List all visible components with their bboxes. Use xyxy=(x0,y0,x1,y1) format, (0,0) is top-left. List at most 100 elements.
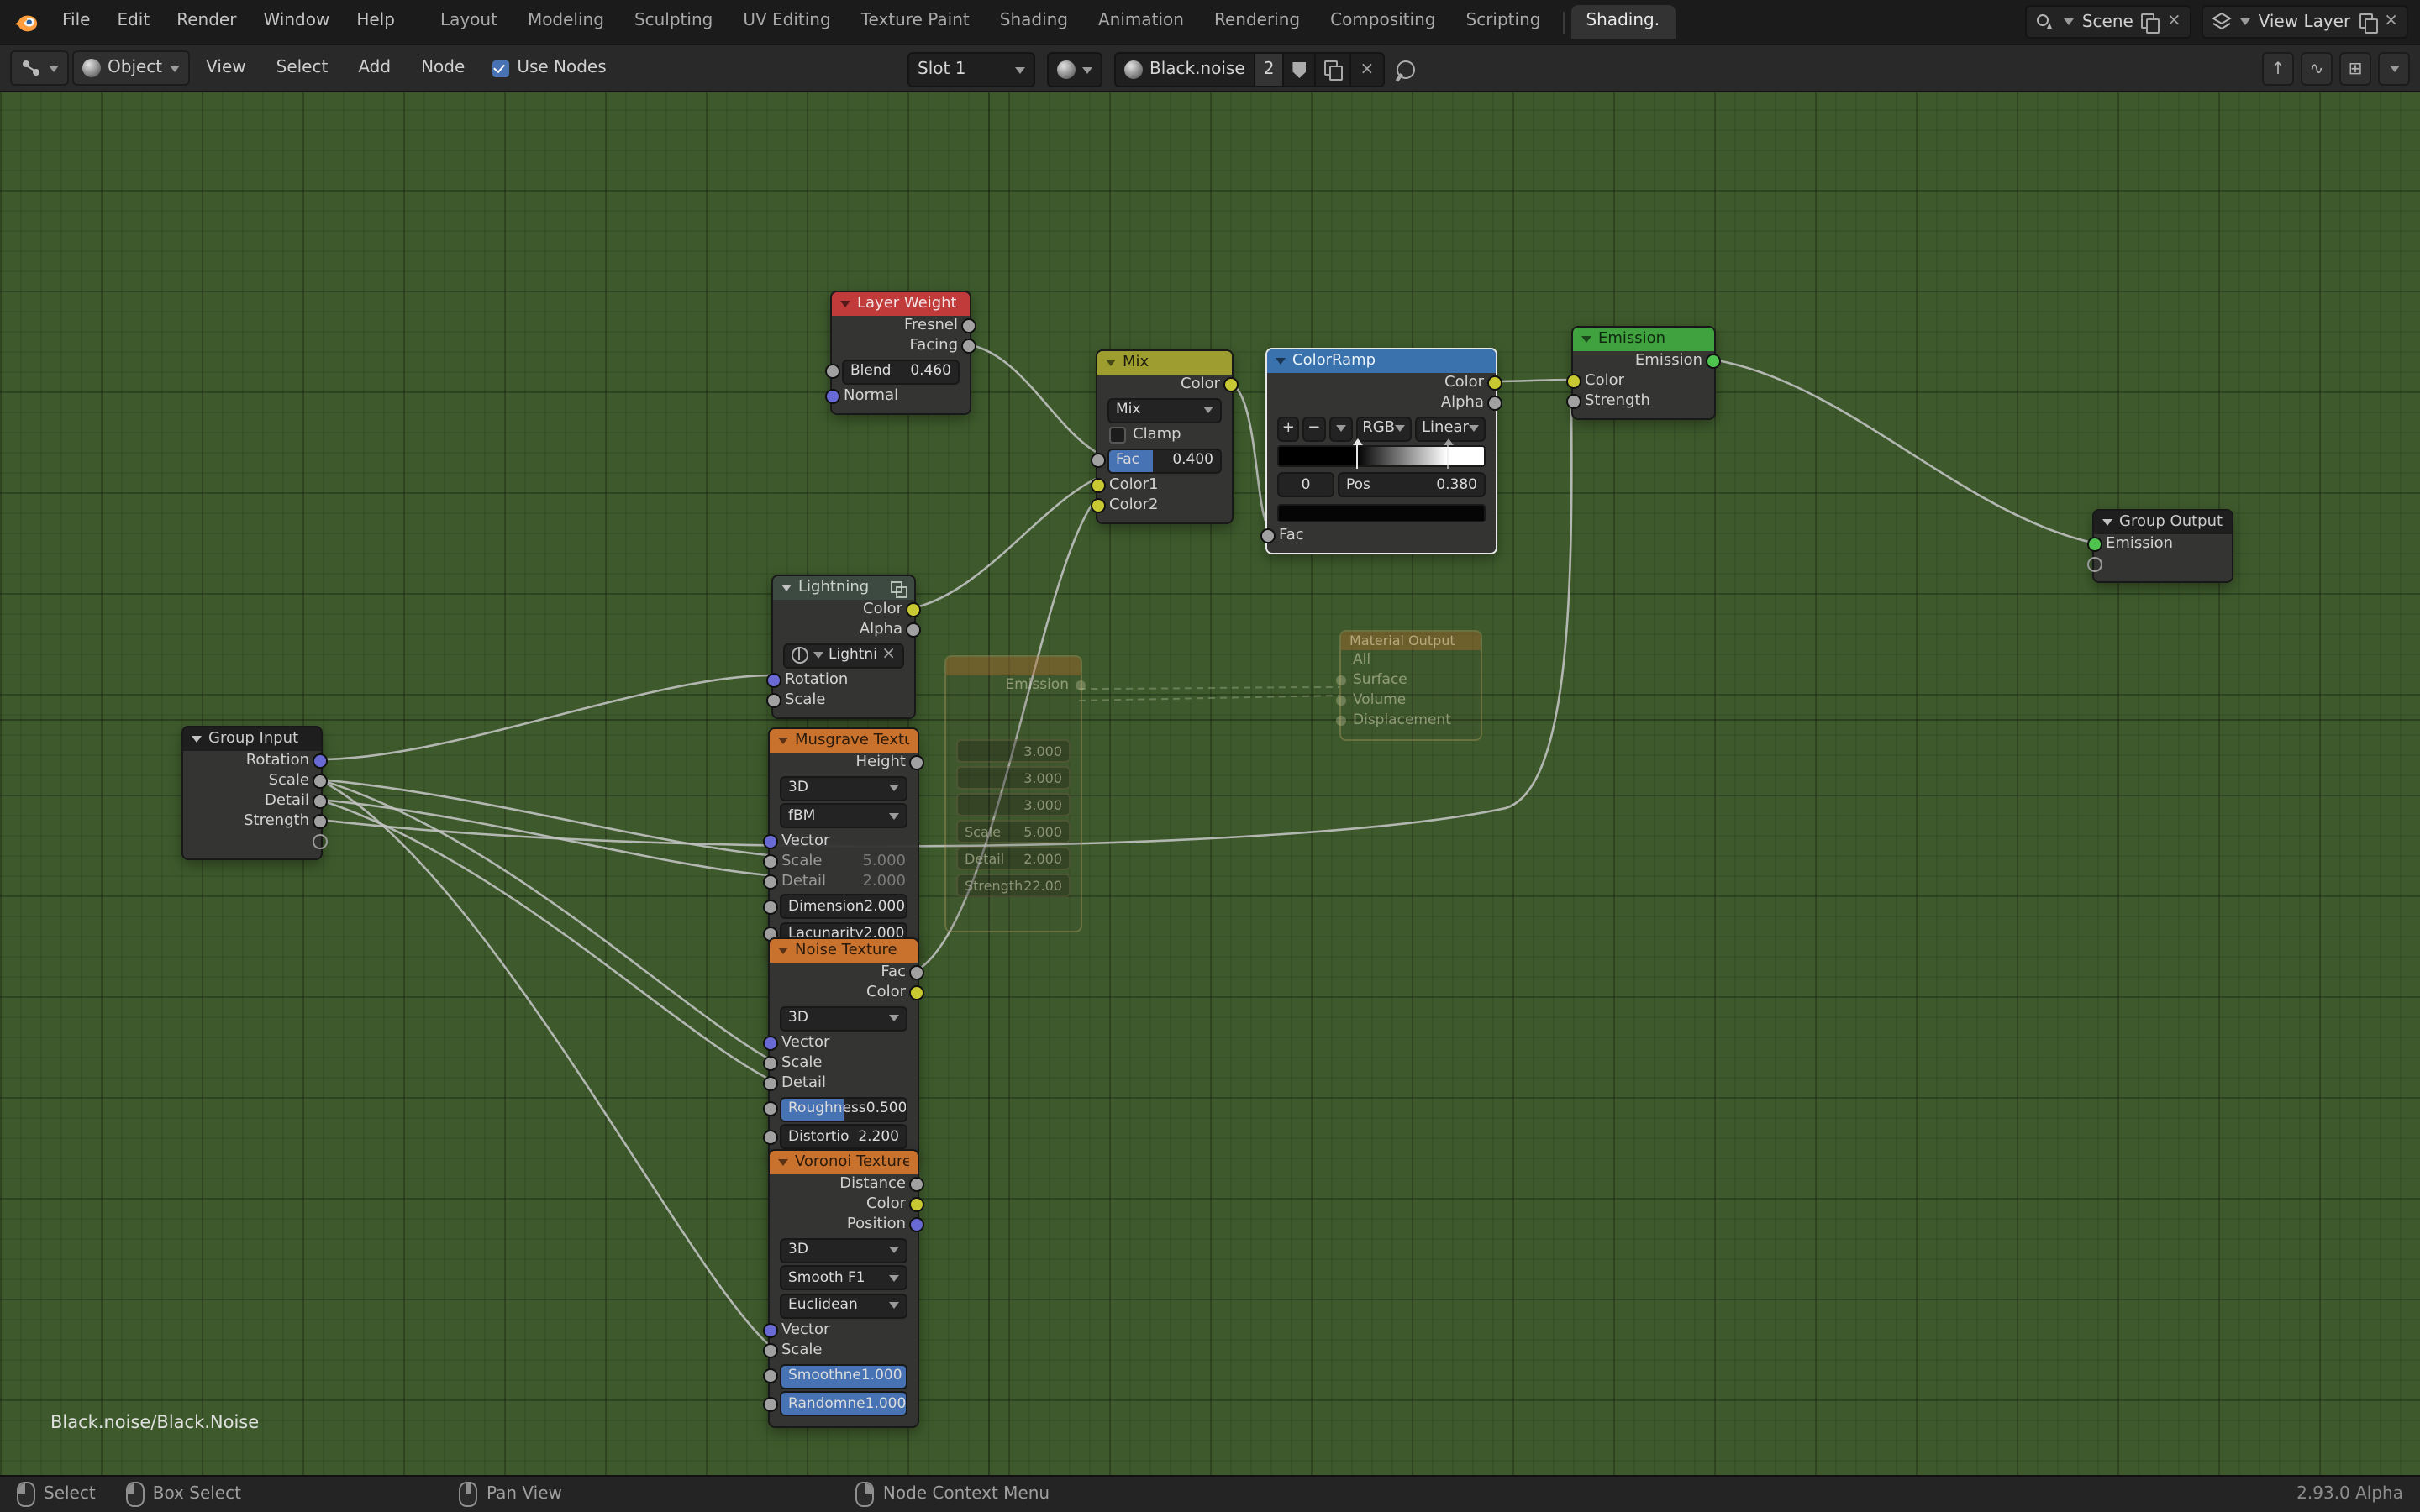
menu-view[interactable]: View xyxy=(192,45,259,91)
input-socket-dimension[interactable] xyxy=(763,899,778,914)
node-header[interactable]: Lightning xyxy=(773,576,914,600)
node-layer-weight[interactable]: Layer Weight Fresnel Facing Blend0.460 N… xyxy=(830,291,971,415)
menu-render[interactable]: Render xyxy=(163,0,250,44)
dimensions-dropdown[interactable]: 3D xyxy=(780,1005,908,1031)
editor-type-button[interactable] xyxy=(10,50,69,86)
collapse-icon[interactable] xyxy=(840,301,850,307)
input-socket-vector[interactable] xyxy=(763,833,778,848)
specials-menu-button[interactable] xyxy=(1328,416,1352,441)
smoothness-slider[interactable]: Smoothne1.000 xyxy=(780,1363,908,1389)
menu-node[interactable]: Node xyxy=(408,45,478,91)
menu-window[interactable]: Window xyxy=(250,0,343,44)
blender-logo-icon[interactable] xyxy=(0,9,49,34)
node-header[interactable]: ColorRamp xyxy=(1267,349,1496,373)
datablock-selector[interactable]: Lightning × xyxy=(783,643,904,668)
input-socket-normal[interactable] xyxy=(825,389,840,404)
collapse-icon[interactable] xyxy=(2102,519,2112,526)
roughness-slider[interactable]: Roughness0.500 xyxy=(780,1096,908,1121)
node-group-output[interactable]: Group Output Emission xyxy=(2092,509,2233,583)
new-scene-icon[interactable] xyxy=(2142,13,2159,31)
node-header[interactable]: Mix xyxy=(1097,351,1232,375)
output-socket-scale[interactable] xyxy=(313,774,328,789)
input-socket-distortion[interactable] xyxy=(763,1129,778,1144)
output-socket-distance[interactable] xyxy=(909,1177,924,1192)
input-socket-color[interactable] xyxy=(1566,374,1581,389)
output-socket-alpha[interactable] xyxy=(906,622,921,638)
output-socket-fresnel[interactable] xyxy=(961,318,976,333)
output-socket-color[interactable] xyxy=(909,985,924,1000)
collapse-icon[interactable] xyxy=(778,948,788,954)
workspace-tab-scripting[interactable]: Scripting xyxy=(1451,5,1556,39)
datablock-name[interactable]: Lightning xyxy=(829,647,876,664)
output-socket-color[interactable] xyxy=(1223,377,1239,392)
dimensions-dropdown[interactable]: 3D xyxy=(780,1237,908,1263)
blend-mode-dropdown[interactable]: Mix xyxy=(1107,397,1222,423)
input-socket-scale[interactable] xyxy=(763,1056,778,1071)
input-socket-roughness[interactable] xyxy=(763,1101,778,1116)
output-socket-color[interactable] xyxy=(906,602,921,617)
add-stop-button[interactable]: + xyxy=(1277,416,1300,441)
workspace-tab-layout[interactable]: Layout xyxy=(425,5,513,39)
overlays-icon[interactable]: ⊞ xyxy=(2339,52,2371,86)
input-socket-blend[interactable] xyxy=(825,364,840,379)
input-socket-rotation[interactable] xyxy=(766,673,781,688)
dimension-slider[interactable]: Dimension2.000 xyxy=(780,894,908,919)
input-socket-randomness[interactable] xyxy=(763,1396,778,1411)
node-musgrave-texture[interactable]: Musgrave Texture Height 3D fBM Vector Sc… xyxy=(768,727,919,958)
node-header[interactable]: Voronoi Texture xyxy=(770,1151,918,1174)
material-users-count[interactable]: 2 xyxy=(1254,54,1283,86)
input-socket-smoothness[interactable] xyxy=(763,1368,778,1383)
node-noise-texture[interactable]: Noise Texture Fac Color 3D Vector Scale … xyxy=(768,937,919,1160)
workspace-tab-modeling[interactable]: Modeling xyxy=(513,5,619,39)
node-header[interactable]: Noise Texture xyxy=(770,939,918,963)
gradient-stop-selected[interactable] xyxy=(1357,443,1359,468)
node-header[interactable]: Group Input xyxy=(183,727,321,751)
output-socket-color[interactable] xyxy=(1487,375,1502,391)
workspace-tab-shading[interactable]: Shading xyxy=(985,5,1083,39)
input-socket-color1[interactable] xyxy=(1091,478,1106,493)
input-socket-scale[interactable] xyxy=(766,693,781,708)
node-mix[interactable]: Mix Color Mix Clamp Fac0.400 Color1 Colo… xyxy=(1096,349,1234,524)
clamp-checkbox[interactable] xyxy=(1109,427,1126,444)
menu-edit[interactable]: Edit xyxy=(103,0,163,44)
stop-position-slider[interactable]: Pos0.380 xyxy=(1338,472,1486,497)
input-socket-detail[interactable] xyxy=(763,1076,778,1091)
workspace-tab-texture-paint[interactable]: Texture Paint xyxy=(846,5,985,39)
extension-socket[interactable] xyxy=(2087,557,2102,572)
options-dropdown-icon[interactable] xyxy=(2378,52,2410,86)
distortion-slider[interactable]: Distortio2.200 xyxy=(780,1124,908,1149)
collapse-icon[interactable] xyxy=(778,1159,788,1166)
material-name[interactable]: Black.noise xyxy=(1150,60,1245,79)
input-socket-vector[interactable] xyxy=(763,1036,778,1051)
input-socket-color2[interactable] xyxy=(1091,498,1106,513)
node-header[interactable]: Group Output xyxy=(2094,511,2232,534)
menu-help[interactable]: Help xyxy=(343,0,408,44)
use-nodes-toggle[interactable]: Use Nodes xyxy=(492,59,606,77)
blend-slider[interactable]: Blend0.460 xyxy=(842,359,960,384)
unlink-scene-icon[interactable]: × xyxy=(2167,13,2181,30)
pin-icon[interactable] xyxy=(1392,57,1418,83)
node-header[interactable]: Layer Weight xyxy=(832,292,970,316)
stop-index-field[interactable]: 0 xyxy=(1277,472,1334,497)
node-lightning-group[interactable]: Lightning Color Alpha Lightning × Rotati… xyxy=(771,575,916,719)
collapse-icon[interactable] xyxy=(1276,358,1286,365)
browse-material-button[interactable] xyxy=(1047,52,1102,87)
snap-icon[interactable]: ↑ xyxy=(2262,52,2294,86)
unlink-material-button[interactable]: × xyxy=(1349,54,1382,86)
node-header[interactable]: Emission xyxy=(1573,328,1714,351)
output-socket-facing[interactable] xyxy=(961,339,976,354)
distance-metric-dropdown[interactable]: Euclidean xyxy=(780,1293,908,1318)
workspace-tab-sculpting[interactable]: Sculpting xyxy=(619,5,728,39)
input-socket-detail[interactable] xyxy=(763,874,778,889)
shader-type-dropdown[interactable]: Object xyxy=(72,50,189,86)
stop-color-swatch[interactable] xyxy=(1277,503,1486,522)
collapse-icon[interactable] xyxy=(1106,360,1116,366)
workspace-tab-uv-editing[interactable]: UV Editing xyxy=(728,5,845,39)
input-socket-scale[interactable] xyxy=(763,853,778,869)
collapse-icon[interactable] xyxy=(778,738,788,744)
node-header[interactable]: Musgrave Texture xyxy=(770,729,918,753)
curve-overlay-icon[interactable]: ∿ xyxy=(2301,52,2333,86)
feature-dropdown[interactable]: Smooth F1 xyxy=(780,1265,908,1290)
color-mode-dropdown[interactable]: RGB xyxy=(1355,416,1412,441)
node-colorramp[interactable]: ColorRamp Color Alpha + − RGB Linear 0 P… xyxy=(1265,348,1497,554)
